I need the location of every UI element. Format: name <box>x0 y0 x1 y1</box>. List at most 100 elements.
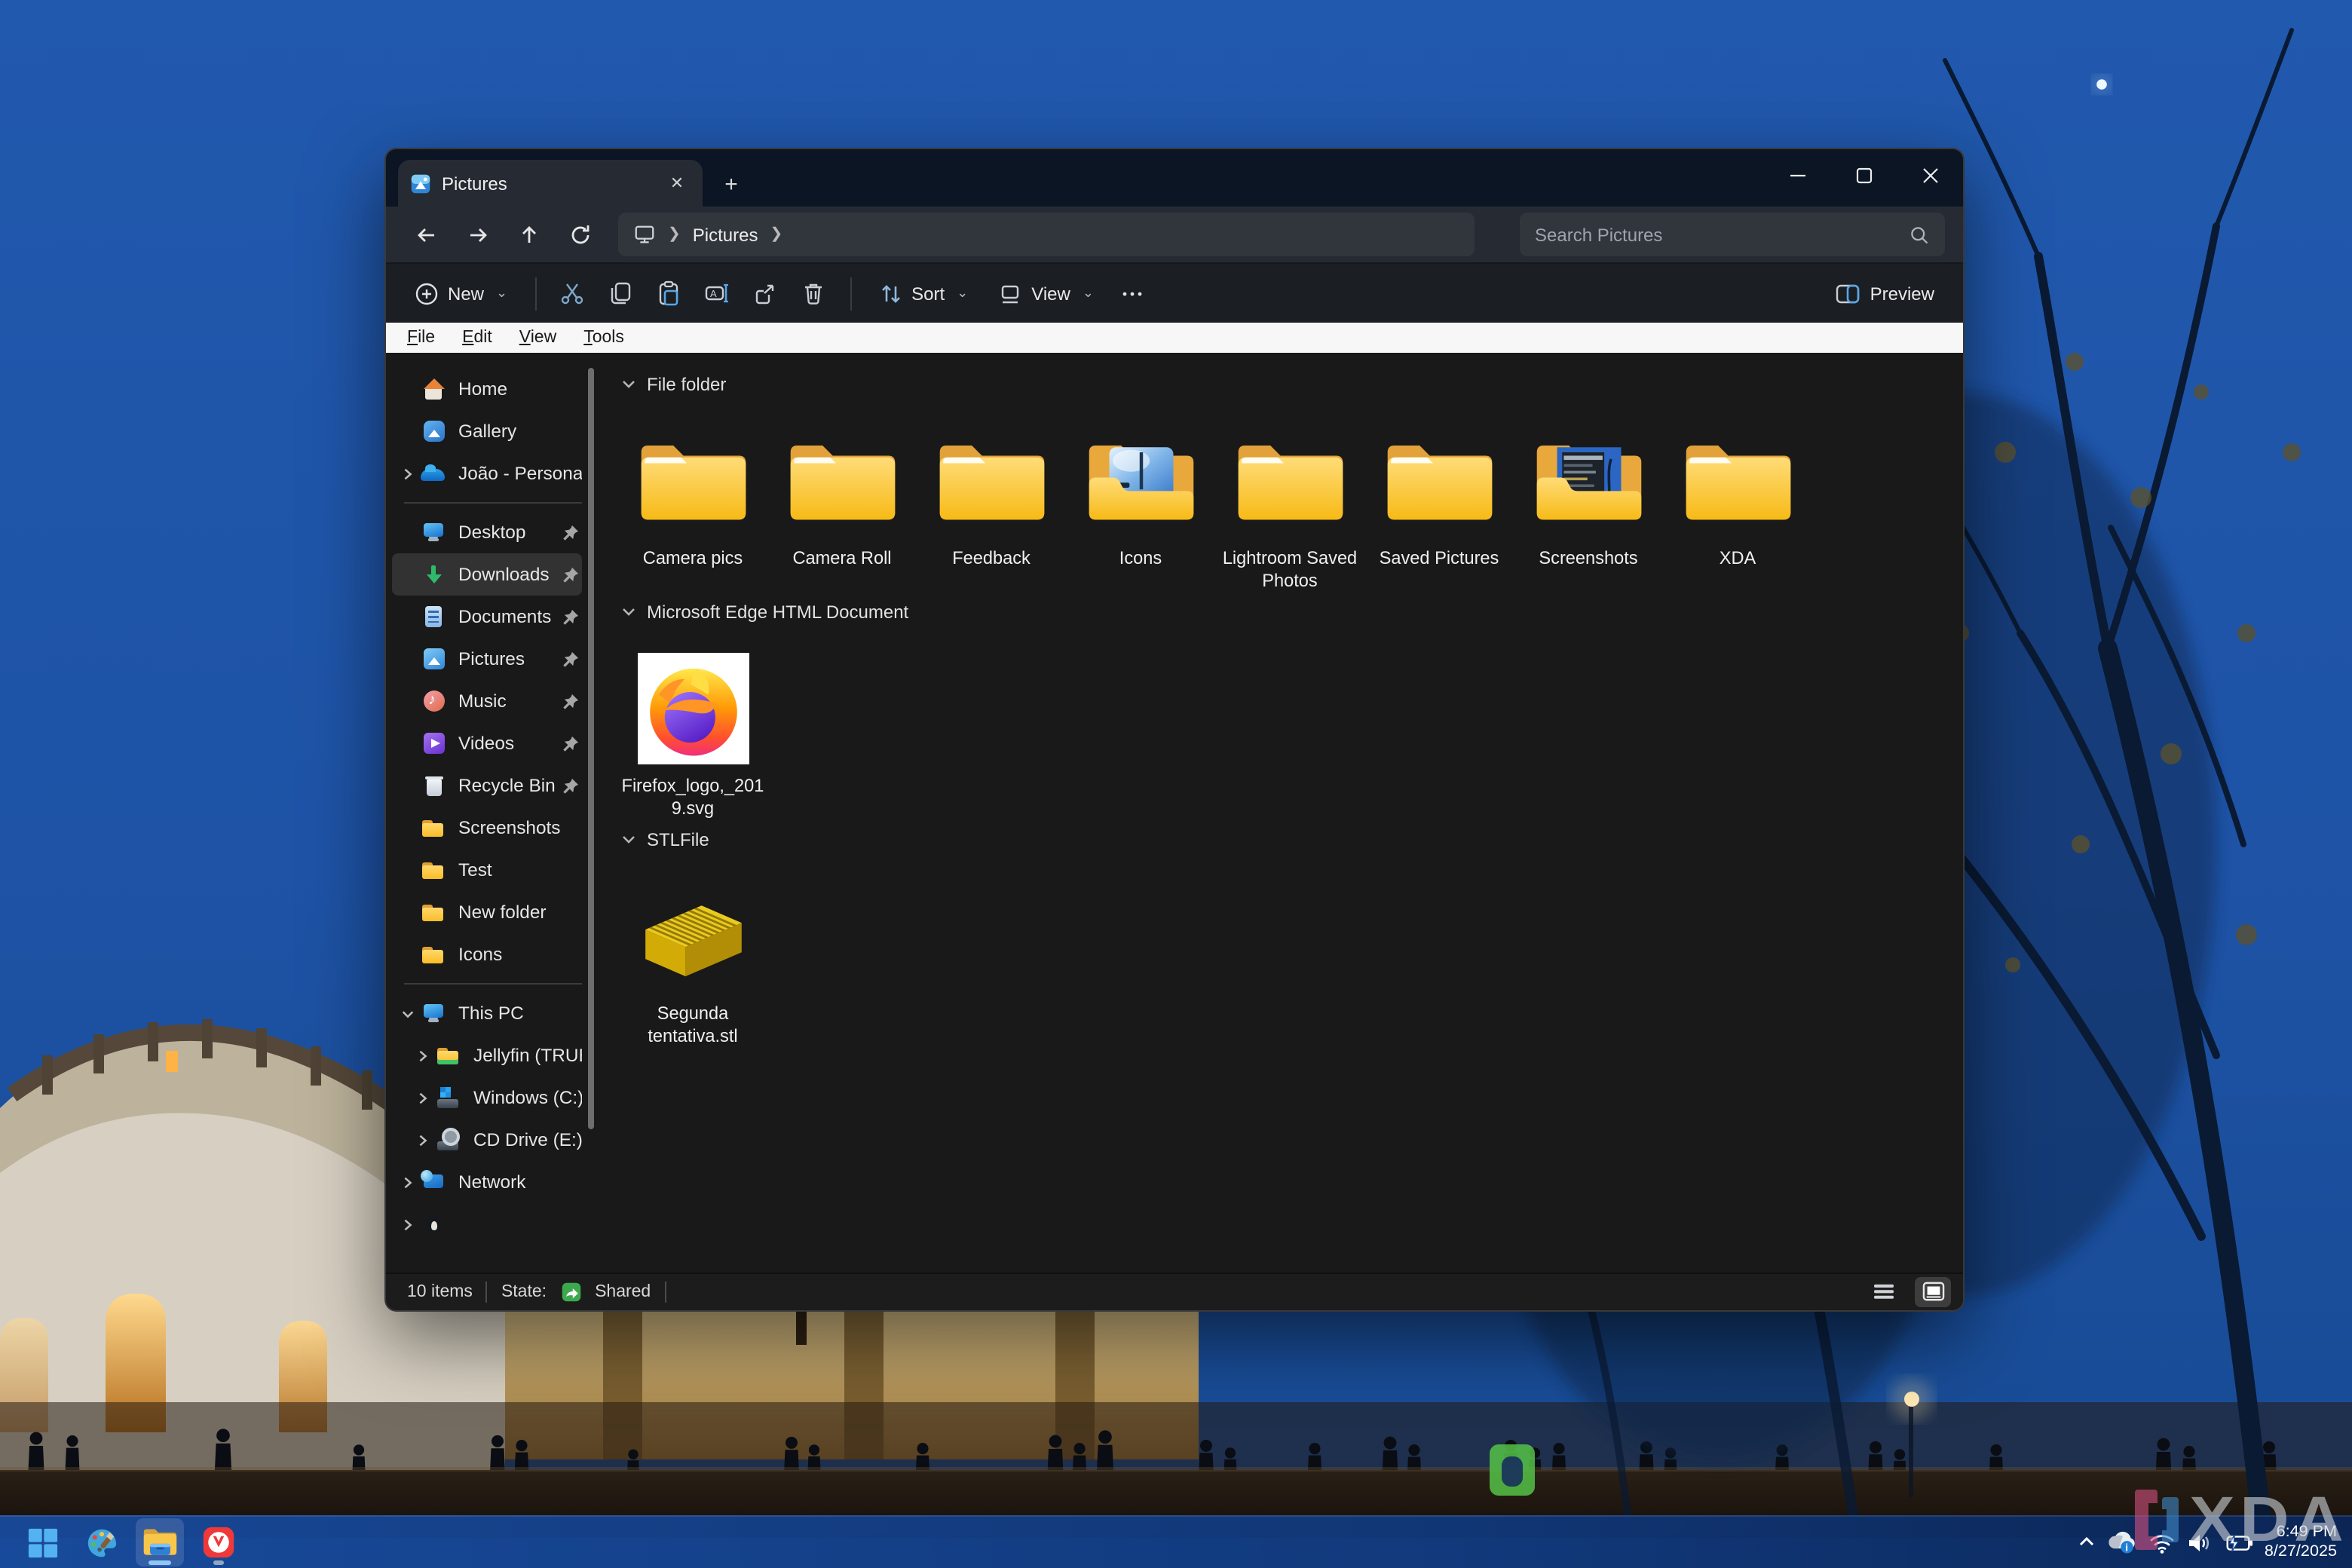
chevron-right-icon[interactable] <box>401 1217 415 1231</box>
see-more-button[interactable] <box>1110 272 1156 314</box>
tab-close-icon[interactable]: ✕ <box>663 170 691 197</box>
sort-button[interactable]: Sort ⌄ <box>865 274 982 313</box>
file-explorer-taskbar-button[interactable] <box>136 1518 184 1566</box>
chevron-down-icon: ⌄ <box>496 285 507 302</box>
file-item[interactable]: Firefox_logo,_2019.svg <box>618 629 767 820</box>
view-button[interactable]: View ⌄ <box>985 274 1107 313</box>
chevron-down-icon[interactable] <box>401 1006 415 1020</box>
details-view-toggle[interactable] <box>1865 1277 1901 1307</box>
menu-item[interactable]: Edit <box>450 327 504 348</box>
menu-item[interactable]: View <box>507 327 568 348</box>
menu-item[interactable]: Tools <box>571 327 636 348</box>
back-button[interactable] <box>404 213 449 256</box>
file-item[interactable]: Segunda tentativa.stl <box>618 856 767 1048</box>
sidebar-scrollbar[interactable] <box>588 368 594 1129</box>
file-item[interactable]: Icons <box>1066 401 1215 593</box>
file-item[interactable]: Camera Roll <box>767 401 917 593</box>
chevron-column[interactable] <box>401 1006 421 1020</box>
chevron-column[interactable] <box>416 1049 436 1062</box>
rename-button[interactable]: A <box>694 272 740 314</box>
vivaldi-browser-button[interactable] <box>194 1518 243 1566</box>
maximize-button[interactable] <box>1830 149 1897 201</box>
copy-button[interactable] <box>598 272 643 314</box>
delete-button[interactable] <box>791 272 836 314</box>
onedrive-tray-icon[interactable]: i <box>2108 1530 2138 1554</box>
search-icon[interactable] <box>1909 224 1930 245</box>
share-button[interactable] <box>743 272 788 314</box>
sidebar-item[interactable]: Test <box>392 849 582 891</box>
chevron-down-icon[interactable] <box>621 832 636 847</box>
file-icon[interactable] <box>634 422 752 540</box>
file-icon[interactable] <box>1530 422 1647 540</box>
up-button[interactable] <box>507 213 552 256</box>
sidebar-item[interactable]: Home <box>392 368 582 410</box>
sidebar-item[interactable]: Network <box>392 1161 582 1203</box>
new-tab-button[interactable]: + <box>712 164 751 204</box>
file-item[interactable]: XDA <box>1663 401 1812 593</box>
close-button[interactable] <box>1897 149 1963 201</box>
sidebar-item[interactable]: Documents <box>392 596 582 638</box>
preview-button[interactable]: Preview <box>1822 274 1948 313</box>
sidebar-item[interactable]: Desktop <box>392 511 582 553</box>
group-header[interactable]: File folder <box>621 374 1963 395</box>
address-bar[interactable]: ❯ Pictures ❯ <box>618 213 1475 256</box>
file-icon[interactable] <box>634 877 752 995</box>
sidebar-item[interactable]: Downloads <box>392 553 582 596</box>
chevron-column[interactable] <box>416 1133 436 1147</box>
new-button[interactable]: New ⌄ <box>401 274 521 313</box>
paint-app-button[interactable] <box>77 1518 125 1566</box>
start-button[interactable] <box>18 1518 66 1566</box>
chevron-column[interactable] <box>401 467 421 480</box>
sidebar-item[interactable]: New folder <box>392 891 582 933</box>
refresh-button[interactable] <box>558 213 603 256</box>
chevron-column[interactable] <box>401 1217 421 1231</box>
minimize-button[interactable] <box>1764 149 1830 201</box>
search-box[interactable]: Search Pictures <box>1520 213 1945 256</box>
file-item[interactable]: Saved Pictures <box>1364 401 1514 593</box>
sidebar-item[interactable]: Pictures <box>392 638 582 680</box>
sidebar-item[interactable]: João - Personal <box>392 452 582 495</box>
group-header[interactable]: Microsoft Edge HTML Document <box>621 602 1963 623</box>
sidebar-item[interactable]: Windows (C:) <box>392 1076 582 1119</box>
chevron-down-icon[interactable] <box>621 377 636 392</box>
sidebar-item[interactable]: Screenshots <box>392 807 582 849</box>
sidebar-item[interactable]: CD Drive (E:) P <box>392 1119 582 1161</box>
file-icon[interactable] <box>1679 422 1796 540</box>
sidebar-item[interactable]: Jellyfin (TRUEN <box>392 1034 582 1076</box>
chevron-right-icon[interactable] <box>401 1175 415 1189</box>
chevron-right-icon[interactable] <box>416 1091 430 1104</box>
file-item[interactable]: Screenshots <box>1514 401 1663 593</box>
breadcrumb-pictures[interactable]: Pictures <box>693 224 758 245</box>
sidebar-item[interactable]: Videos <box>392 722 582 764</box>
file-item[interactable]: Feedback <box>917 401 1066 593</box>
chevron-right-icon[interactable] <box>416 1133 430 1147</box>
file-icon[interactable] <box>933 422 1050 540</box>
chevron-right-icon[interactable] <box>401 467 415 480</box>
file-icon[interactable] <box>1380 422 1498 540</box>
paste-button[interactable] <box>646 272 691 314</box>
sidebar-item[interactable]: Icons <box>392 933 582 975</box>
file-icon[interactable] <box>783 422 901 540</box>
file-icon[interactable] <box>1231 422 1349 540</box>
status-bar: 10 items State: Shared <box>386 1272 1963 1310</box>
menu-item[interactable]: File <box>395 327 447 348</box>
file-item[interactable]: Lightroom Saved Photos <box>1215 401 1364 593</box>
sidebar-item[interactable]: Music <box>392 680 582 722</box>
chevron-column[interactable] <box>416 1091 436 1104</box>
sidebar-item[interactable]: This PC <box>392 992 582 1034</box>
sidebar-item[interactable]: Gallery <box>392 410 582 452</box>
thumbnail-view-toggle[interactable] <box>1915 1277 1951 1307</box>
chevron-down-icon[interactable] <box>621 605 636 620</box>
forward-button[interactable] <box>455 213 501 256</box>
tab-pictures[interactable]: Pictures ✕ <box>398 160 703 207</box>
chevron-right-icon[interactable] <box>416 1049 430 1062</box>
file-item[interactable]: Camera pics <box>618 401 767 593</box>
sidebar-item[interactable] <box>392 1203 582 1245</box>
group-header[interactable]: STLFile <box>621 829 1963 850</box>
sidebar-item[interactable]: Recycle Bin <box>392 764 582 807</box>
chevron-column[interactable] <box>401 1175 421 1189</box>
file-icon[interactable] <box>1082 422 1199 540</box>
tray-overflow-chevron[interactable] <box>2076 1532 2097 1553</box>
file-icon[interactable] <box>634 650 752 767</box>
cut-button[interactable] <box>550 272 595 314</box>
